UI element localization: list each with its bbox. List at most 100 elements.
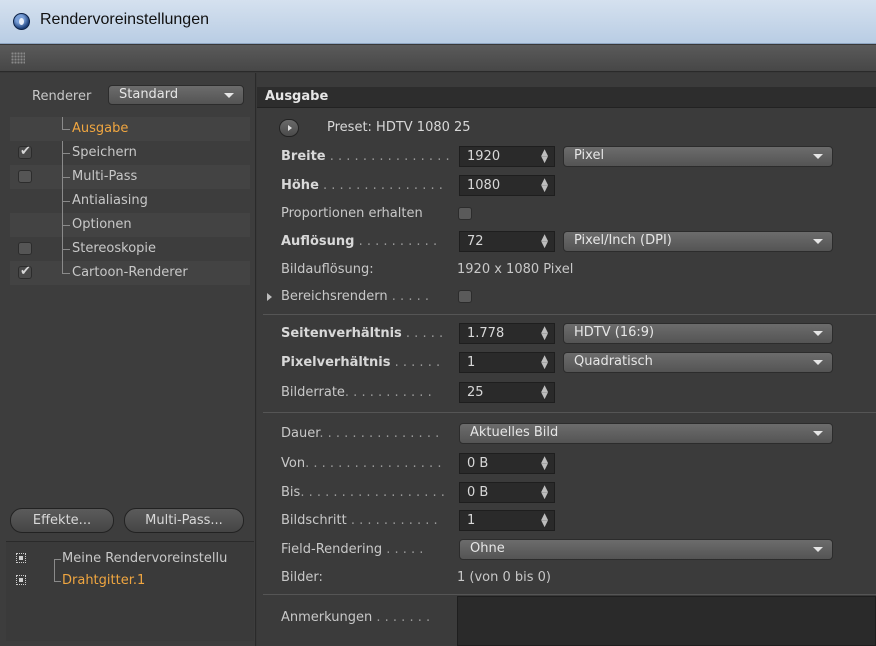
stepper-arrows-icon[interactable]: ▲ ▼ [541,234,548,250]
stepper-arrows-icon[interactable]: ▲ ▼ [541,456,548,472]
effects-button[interactable]: Effekte... [10,508,114,533]
bilderrate-field[interactable]: 25 ▲ ▼ [459,382,555,403]
dauer-row: Dauer. . . . . . . . . . . . . . . Aktue… [257,422,876,446]
tree-line [62,177,70,178]
sidebar-item-cartoon-renderer[interactable]: Cartoon-Renderer [10,261,250,285]
breite-value: 1920 [467,149,501,164]
tree-line [62,261,63,273]
bildaufloesung-label: Bildauflösung: [281,262,374,277]
chevron-down-icon [813,360,823,365]
hoehe-field[interactable]: 1080 ▲ ▼ [459,175,555,196]
aufloesung-label-text: Auflösung [281,234,355,249]
pixelverhaeltnis-dropdown[interactable]: Quadratisch [563,352,833,373]
grip-handle-icon[interactable] [11,52,25,64]
hoehe-row: Höhe . . . . . . . . . . . . . . . 1080 ▲… [257,174,876,198]
multi-pass-button[interactable]: Multi-Pass... [124,508,244,533]
list-item[interactable]: Meine Rendervoreinstellu [6,548,254,581]
hoehe-label: Höhe . . . . . . . . . . . . . . . [281,178,443,193]
dots: . . . . . . . . . . . . . . . . . [305,456,442,471]
von-value: 0 B [467,456,489,471]
stepper-arrows-icon[interactable]: ▲ ▼ [541,149,548,165]
sidebar-item-ausgabe[interactable]: Ausgabe [10,117,250,141]
aufloesung-label: Auflösung . . . . . . . . . . [281,234,437,249]
expand-triangle-icon[interactable] [267,293,272,301]
bereichsrendern-checkbox[interactable] [458,290,472,303]
seitenverhaeltnis-row: Seitenverhältnis . . . . . 1.778 ▲ ▼ HDTV … [257,322,876,346]
dauer-value: Aktuelles Bild [470,425,559,440]
bereichsrendern-label-text: Bereichsrendern [281,289,388,304]
stepper-arrows-icon[interactable]: ▲ ▼ [541,385,548,401]
tree-line [62,201,70,202]
anmerkungen-textarea[interactable] [457,596,876,646]
divider [263,412,876,413]
bereichsrendern-label: Bereichsrendern . . . . . [281,289,429,304]
dauer-dropdown[interactable]: Aktuelles Bild [459,423,833,444]
preset-label: Preset: HDTV 1080 25 [327,120,471,135]
seitenverhaeltnis-field[interactable]: 1.778 ▲ ▼ [459,323,555,344]
enable-checkbox[interactable] [18,242,32,255]
field-rendering-label: Field-Rendering . . . . . [281,542,423,557]
bildaufloesung-row: Bildauflösung: 1920 x 1080 Pixel [257,258,876,282]
seitenverhaeltnis-value: 1.778 [467,326,505,341]
stepper-arrows-icon[interactable]: ▲ ▼ [541,513,548,529]
bis-field[interactable]: 0 B ▲ ▼ [459,482,555,503]
bildschritt-value: 1 [467,513,476,528]
sidebar-item-multi-pass[interactable]: Multi-Pass [10,165,250,189]
dots: . . . . . . . . . . [354,234,438,249]
aufloesung-field[interactable]: 72 ▲ ▼ [459,231,555,252]
sidebar-item-antialiasing[interactable]: Antialiasing [10,189,250,213]
dots: . . . . . . . . . . . . . . . [325,149,450,164]
von-row: Von. . . . . . . . . . . . . . . . . 0 B… [257,452,876,476]
bildschritt-field[interactable]: 1 ▲ ▼ [459,510,555,531]
hoehe-value: 1080 [467,178,501,193]
field-rendering-row: Field-Rendering . . . . . Ohne [257,538,876,562]
proportionen-row: Proportionen erhalten [257,202,876,226]
chevron-down-icon [813,431,823,436]
breite-field[interactable]: 1920 ▲ ▼ [459,146,555,167]
seitenverhaeltnis-dropdown[interactable]: HDTV (16:9) [563,323,833,344]
tree-line [54,559,61,560]
preset-play-icon[interactable] [279,119,299,137]
sidebar-item-label: Ausgabe [72,121,129,136]
enable-checkbox[interactable] [18,144,32,159]
stepper-arrows-icon[interactable]: ▲ ▼ [541,178,548,194]
bis-label: Bis. . . . . . . . . . . . . . . . . . [281,485,445,500]
pixelverhaeltnis-label: Pixelverhältnis . . . . . . [281,355,440,370]
von-field[interactable]: 0 B ▲ ▼ [459,453,555,474]
bildschritt-label-text: Bildschritt [281,513,347,528]
bis-label-text: Bis [281,485,301,500]
pixelverhaeltnis-label-text: Pixelverhältnis [281,355,391,370]
breite-unit-dropdown[interactable]: Pixel [563,146,833,167]
list-item[interactable]: Drahtgitter.1 [6,570,254,592]
pixelverhaeltnis-value: 1 [467,355,476,370]
renderer-dropdown[interactable]: Standard [108,85,244,105]
render-setting-icon [16,575,26,585]
aufloesung-unit-dropdown[interactable]: Pixel/Inch (DPI) [563,231,833,252]
stepper-arrows-icon[interactable]: ▲ ▼ [541,485,548,501]
enable-checkbox[interactable] [18,264,32,279]
sidebar-item-stereoskopie[interactable]: Stereoskopie [10,237,250,261]
cinema4d-logo-icon [13,13,30,30]
pixelverhaeltnis-row: Pixelverhältnis . . . . . . 1 ▲ ▼ Quadrati… [257,351,876,375]
proportionen-checkbox[interactable] [458,207,472,220]
tree-line [62,117,63,129]
stepper-arrows-icon[interactable]: ▲ ▼ [541,355,548,371]
tree-line [62,273,70,274]
left-panel: Renderer Standard Ausgabe Speichern Mult… [0,73,256,646]
stepper-arrows-icon[interactable]: ▲ ▼ [541,326,548,342]
list-item-label: Drahtgitter.1 [62,573,146,588]
dots: . . . . . [387,289,429,304]
renderer-label: Renderer [32,89,92,104]
sidebar-item-optionen[interactable]: Optionen [10,213,250,237]
enable-checkbox[interactable] [18,170,32,183]
sidebar-item-label: Stereoskopie [72,241,157,256]
tree-line [54,581,61,582]
bildschritt-label: Bildschritt . . . . . . . . . . . [281,513,438,528]
field-rendering-dropdown[interactable]: Ohne [459,539,833,560]
chevron-down-icon [813,331,823,336]
dauer-label: Dauer. . . . . . . . . . . . . . . [281,426,439,441]
pixelverhaeltnis-field[interactable]: 1 ▲ ▼ [459,352,555,373]
dots: . . . . . . [390,355,441,370]
aufloesung-row: Auflösung . . . . . . . . . . 72 ▲ ▼ Pixel… [257,230,876,254]
sidebar-item-speichern[interactable]: Speichern [10,141,250,165]
